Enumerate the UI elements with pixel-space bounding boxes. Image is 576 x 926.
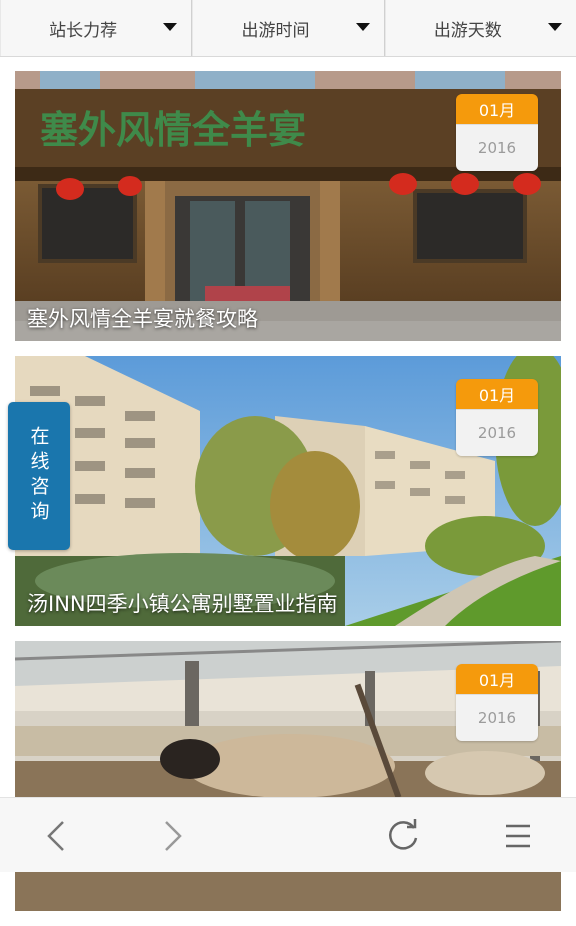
menu-icon[interactable]	[496, 814, 540, 858]
refresh-icon[interactable]	[381, 814, 425, 858]
filter-label: 出游时间	[241, 20, 310, 41]
article-title: 塞外风情全羊宴就餐攻略	[27, 307, 258, 331]
badge-month: 01月	[456, 379, 538, 409]
filter-label: 出游天数	[433, 20, 502, 41]
badge-month: 01月	[456, 664, 538, 694]
filter-recommend[interactable]: 站长力荐	[0, 0, 193, 56]
badge-year: 2016	[456, 124, 538, 171]
article-title: 汤INN四季小镇公寓别墅置业指南	[27, 592, 338, 616]
caret-down-icon	[163, 23, 178, 31]
filter-bar: 站长力荐 出游时间 出游天数	[0, 0, 576, 57]
forward-icon[interactable]	[150, 814, 194, 858]
back-icon[interactable]	[35, 814, 79, 858]
filter-travel-days[interactable]: 出游天数	[384, 0, 576, 56]
filter-label: 站长力荐	[49, 20, 118, 41]
browser-toolbar	[0, 797, 576, 872]
article-card[interactable]: 汤INN四季小镇公寓别墅置业指南 01月 2016	[15, 356, 561, 626]
caret-down-icon	[547, 23, 562, 31]
online-consult-button[interactable]: 在线咨询	[8, 402, 70, 550]
sign-text: 塞外风情全羊宴	[40, 107, 306, 152]
date-badge: 01月 2016	[456, 379, 538, 456]
caret-down-icon	[355, 23, 370, 31]
date-badge: 01月 2016	[456, 664, 538, 741]
date-badge: 01月 2016	[456, 94, 538, 171]
filter-travel-time[interactable]: 出游时间	[192, 0, 385, 56]
article-card[interactable]: 塞外风情全羊宴 塞外风情全羊宴就餐攻略 01月 2016	[15, 71, 561, 341]
badge-year: 2016	[456, 409, 538, 456]
badge-month: 01月	[456, 94, 538, 124]
badge-year: 2016	[456, 694, 538, 741]
